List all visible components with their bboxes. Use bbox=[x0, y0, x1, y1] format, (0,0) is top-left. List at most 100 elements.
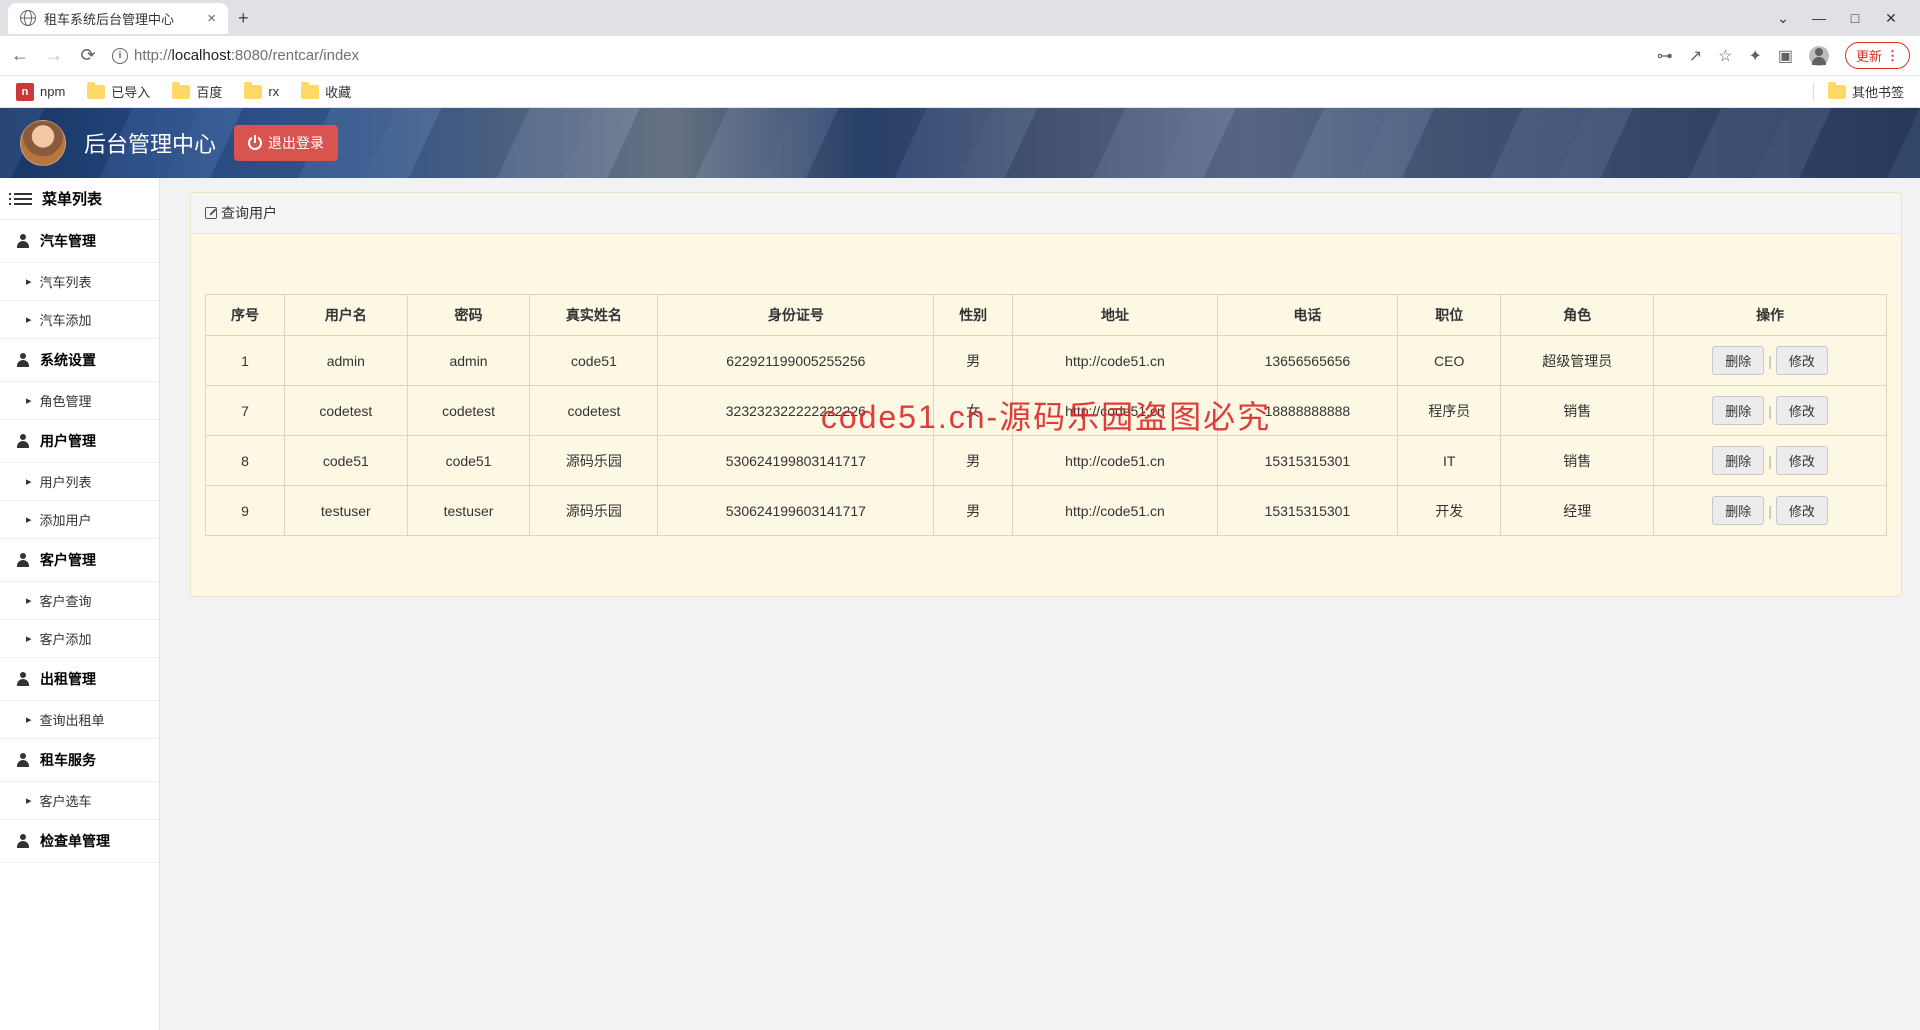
sidebar-group[interactable]: 用户管理 bbox=[0, 420, 159, 463]
table-cell: codetest bbox=[530, 386, 658, 436]
sidebar-group[interactable]: 汽车管理 bbox=[0, 220, 159, 263]
sidebar-item[interactable]: 汽车列表 bbox=[0, 263, 159, 301]
table-cell: 经理 bbox=[1501, 486, 1654, 536]
address-field[interactable]: i http://localhost:8080/rentcar/index bbox=[112, 47, 1643, 64]
sidebar-item[interactable]: 用户列表 bbox=[0, 463, 159, 501]
side-panel-icon[interactable]: ▣ bbox=[1778, 46, 1793, 66]
close-window-button[interactable]: ✕ bbox=[1884, 10, 1898, 27]
bookmark-npm[interactable]: nnpm bbox=[16, 83, 65, 101]
table-action-cell: 删除|修改 bbox=[1654, 436, 1887, 486]
table-header-cell: 地址 bbox=[1013, 295, 1218, 336]
sidebar-item[interactable]: 客户添加 bbox=[0, 620, 159, 658]
table-cell: admin bbox=[284, 336, 407, 386]
table-cell: 13656565656 bbox=[1217, 336, 1397, 386]
edit-button[interactable]: 修改 bbox=[1776, 446, 1828, 475]
sidebar-group-label: 用户管理 bbox=[40, 431, 96, 451]
password-key-icon[interactable]: ⊶ bbox=[1657, 46, 1673, 66]
site-info-icon[interactable]: i bbox=[112, 48, 128, 64]
edit-button[interactable]: 修改 bbox=[1776, 396, 1828, 425]
sidebar-item-label: 客户添加 bbox=[40, 629, 92, 648]
table-cell: 男 bbox=[934, 486, 1013, 536]
share-icon[interactable]: ↗ bbox=[1689, 46, 1702, 66]
table-action-cell: 删除|修改 bbox=[1654, 336, 1887, 386]
sidebar-item-label: 用户列表 bbox=[40, 472, 92, 491]
browser-chrome: 租车系统后台管理中心 × + ⌄ — □ ✕ ← → ⟳ i http://lo… bbox=[0, 0, 1920, 108]
extensions-icon[interactable]: ✦ bbox=[1748, 46, 1761, 66]
bookmark-baidu[interactable]: 百度 bbox=[172, 82, 222, 101]
table-cell: 女 bbox=[934, 386, 1013, 436]
other-bookmarks[interactable]: 其他书签 bbox=[1813, 82, 1904, 101]
table-cell: 18888888888 bbox=[1217, 386, 1397, 436]
table-cell: code51 bbox=[530, 336, 658, 386]
table-row: 7codetestcodetestcodetest323232322222222… bbox=[206, 386, 1887, 436]
sidebar-item[interactable]: 角色管理 bbox=[0, 382, 159, 420]
address-bar: ← → ⟳ i http://localhost:8080/rentcar/in… bbox=[0, 36, 1920, 76]
table-cell: 1 bbox=[206, 336, 285, 386]
sidebar-item[interactable]: 查询出租单 bbox=[0, 701, 159, 739]
sidebar-group[interactable]: 检查单管理 bbox=[0, 820, 159, 863]
delete-button[interactable]: 删除 bbox=[1712, 446, 1764, 475]
table-cell: 323232322222222226 bbox=[658, 386, 934, 436]
edit-button[interactable]: 修改 bbox=[1776, 346, 1828, 375]
edit-button[interactable]: 修改 bbox=[1776, 496, 1828, 525]
bookmark-import[interactable]: 已导入 bbox=[87, 82, 150, 101]
folder-icon bbox=[87, 85, 105, 99]
bookmark-star-icon[interactable]: ☆ bbox=[1718, 46, 1732, 66]
sidebar-item-label: 客户选车 bbox=[40, 791, 92, 810]
bookmark-fav[interactable]: 收藏 bbox=[301, 82, 351, 101]
folder-icon bbox=[244, 85, 262, 99]
sidebar-group[interactable]: 系统设置 bbox=[0, 339, 159, 382]
table-cell: code51 bbox=[284, 436, 407, 486]
table-header-cell: 密码 bbox=[407, 295, 530, 336]
user-avatar[interactable] bbox=[20, 120, 66, 166]
table-cell: 男 bbox=[934, 336, 1013, 386]
bookmark-rx[interactable]: rx bbox=[244, 84, 279, 99]
sidebar-group-label: 检查单管理 bbox=[40, 831, 110, 851]
action-separator: | bbox=[1768, 503, 1772, 519]
delete-button[interactable]: 删除 bbox=[1712, 396, 1764, 425]
sidebar-item-label: 汽车列表 bbox=[40, 272, 92, 291]
person-icon bbox=[16, 553, 30, 567]
table-cell: 15315315301 bbox=[1217, 436, 1397, 486]
sidebar-item[interactable]: 汽车添加 bbox=[0, 301, 159, 339]
browser-tab[interactable]: 租车系统后台管理中心 × bbox=[8, 3, 228, 34]
delete-button[interactable]: 删除 bbox=[1712, 346, 1764, 375]
table-cell: 源码乐园 bbox=[530, 436, 658, 486]
person-icon bbox=[16, 234, 30, 248]
sidebar-item[interactable]: 客户选车 bbox=[0, 782, 159, 820]
sidebar-group[interactable]: 出租管理 bbox=[0, 658, 159, 701]
minimize-button[interactable]: — bbox=[1812, 10, 1826, 26]
profile-avatar-icon[interactable] bbox=[1809, 46, 1829, 66]
globe-icon bbox=[20, 10, 36, 26]
table-cell: http://code51.cn bbox=[1013, 386, 1218, 436]
table-cell: 7 bbox=[206, 386, 285, 436]
sidebar-group[interactable]: 租车服务 bbox=[0, 739, 159, 782]
npm-icon: n bbox=[16, 83, 34, 101]
sidebar-item[interactable]: 客户查询 bbox=[0, 582, 159, 620]
update-button[interactable]: 更新⋮ bbox=[1845, 42, 1910, 69]
maximize-button[interactable]: □ bbox=[1848, 10, 1862, 26]
new-tab-button[interactable]: + bbox=[238, 8, 249, 29]
power-icon bbox=[248, 136, 262, 150]
delete-button[interactable]: 删除 bbox=[1712, 496, 1764, 525]
sidebar-group[interactable]: 客户管理 bbox=[0, 539, 159, 582]
table-cell: codetest bbox=[407, 386, 530, 436]
sidebar-group-label: 系统设置 bbox=[40, 350, 96, 370]
sidebar-item[interactable]: 添加用户 bbox=[0, 501, 159, 539]
table-header-cell: 职位 bbox=[1397, 295, 1501, 336]
table-cell: 530624199803141717 bbox=[658, 436, 934, 486]
sidebar-group-label: 出租管理 bbox=[40, 669, 96, 689]
close-icon[interactable]: × bbox=[207, 10, 216, 27]
back-button[interactable]: ← bbox=[10, 45, 30, 66]
action-separator: | bbox=[1768, 403, 1772, 419]
panel: 查询用户 code51.cn-源码乐园盗图必究 序号用户名密码真实姓名身份证号性… bbox=[190, 192, 1902, 597]
sidebar-header: 菜单列表 bbox=[0, 178, 159, 220]
chevron-down-icon[interactable]: ⌄ bbox=[1776, 10, 1790, 27]
forward-button[interactable]: → bbox=[44, 45, 64, 66]
table-row: 1adminadmincode51622921199005255256男http… bbox=[206, 336, 1887, 386]
logout-button[interactable]: 退出登录 bbox=[234, 125, 338, 161]
table-cell: testuser bbox=[284, 486, 407, 536]
reload-button[interactable]: ⟳ bbox=[78, 45, 98, 66]
folder-icon bbox=[1828, 85, 1846, 99]
person-icon bbox=[16, 834, 30, 848]
